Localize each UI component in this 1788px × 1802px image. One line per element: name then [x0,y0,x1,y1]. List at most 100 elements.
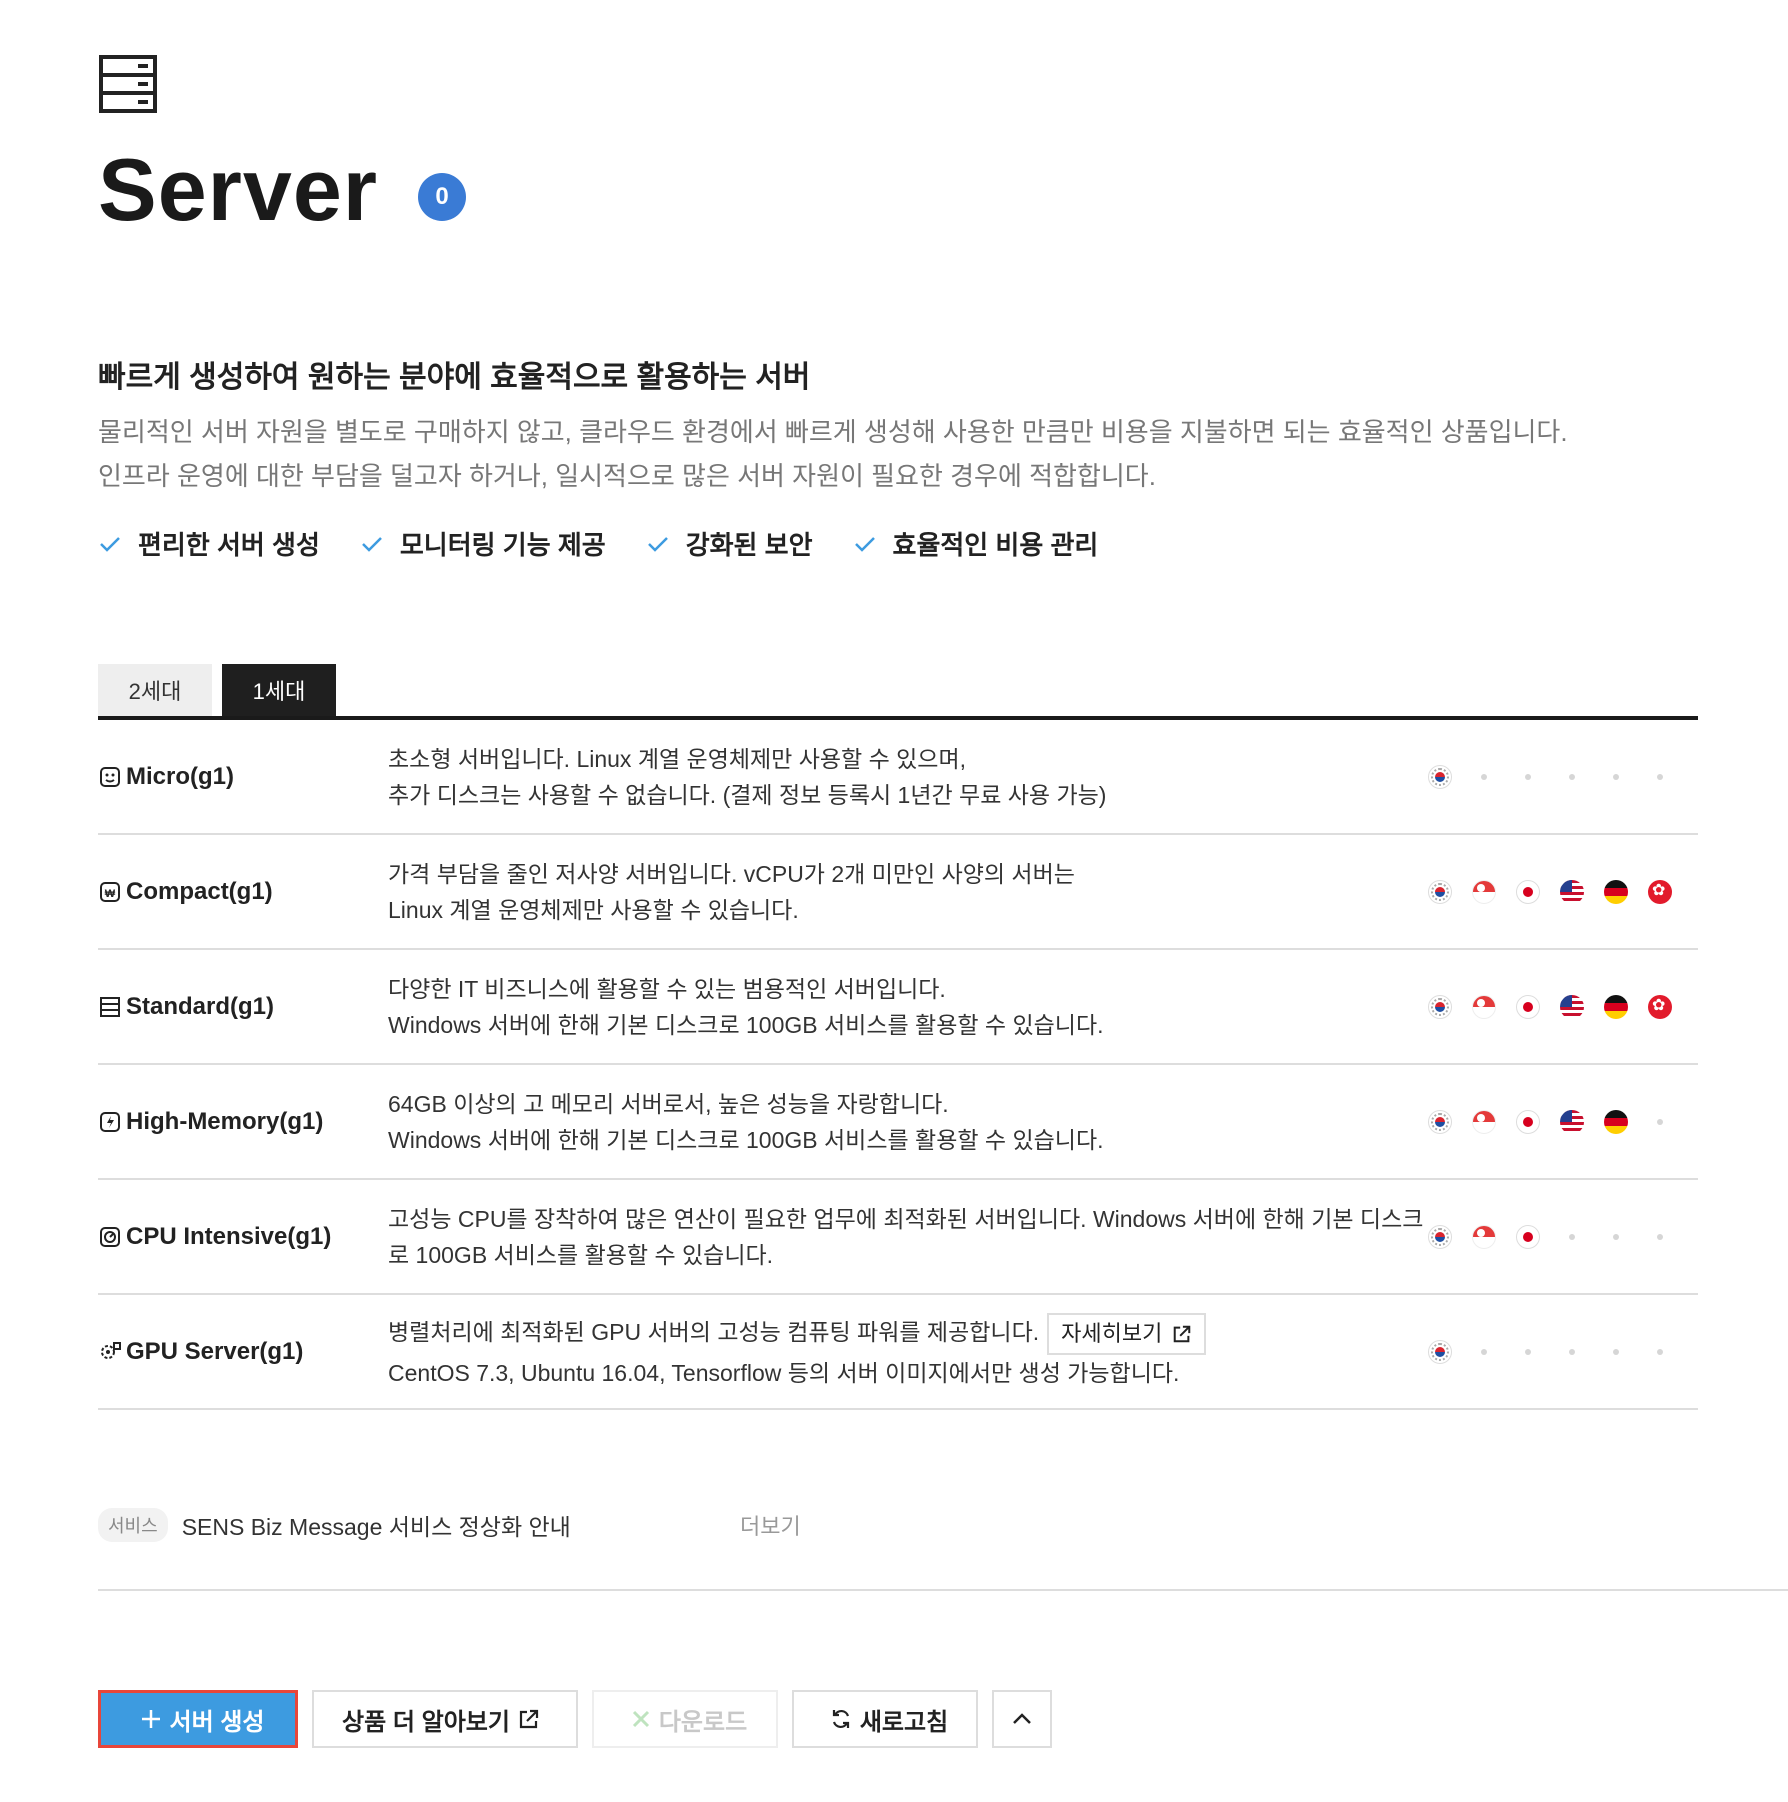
collapse-up-button[interactable] [992,1690,1052,1748]
product-description: 다양한 IT 비즈니스에 활용할 수 있는 범용적인 서버입니다. Windows… [388,971,1428,1043]
chevron-up-icon [1013,1713,1031,1724]
notice-bar: 서비스 SENS Biz Message 서비스 정상화 안내 더보기 [98,1508,801,1542]
region-unavailable-dot-icon [1560,765,1584,789]
feature-label: 편리한 서버 생성 [138,530,320,560]
usa-flag-icon [1560,1109,1584,1134]
hongkong-flag-icon [1648,879,1672,904]
external-link-icon [1174,1325,1191,1342]
product-description-line-1-text: 초소형 서버입니다. Linux 계열 운영체제만 사용할 수 있으며, [388,745,967,772]
usa-flag-icon [1560,879,1584,904]
region-unavailable-dot-icon [1516,1340,1540,1364]
micro-server-icon [100,766,120,787]
singapore-flag-icon [1472,1224,1496,1249]
germany-flag-icon [1604,994,1628,1019]
feature-label: 효율적인 비용 관리 [892,530,1099,560]
notice-more-link[interactable]: 더보기 [740,1509,801,1541]
excel-x-icon [632,1710,649,1728]
usa-flag-icon [1560,994,1584,1019]
region-unavailable-dot-icon [1472,1340,1496,1364]
product-name-label: CPU Intensive(g1) [126,1222,332,1250]
product-name[interactable]: ₩ Compact(g1) [98,878,388,906]
region-flags [1428,835,1692,948]
feature-item: 편리한 서버 생성 [98,525,320,562]
notice-tag: 서비스 [98,1508,168,1542]
description-line-1: 물리적인 서버 자원을 별도로 구매하지 않고, 클라우드 환경에서 빠르게 생… [98,417,1568,447]
japan-flag-icon [1516,1109,1540,1134]
plus-icon [141,1710,160,1728]
detail-view-label: 자세히보기 [1061,1320,1163,1346]
refresh-label: 새로고침 [859,1708,949,1736]
external-link-icon [519,1709,539,1729]
detail-view-button[interactable]: 자세히보기 [1047,1312,1207,1355]
germany-flag-icon [1604,879,1628,904]
product-description-line-2: CentOS 7.3, Ubuntu 16.04, Tensorflow 등의 … [388,1359,1180,1386]
product-row[interactable]: Micro(g1) 초소형 서버입니다. Linux 계열 운영체제만 사용할 수… [98,720,1698,835]
cpu-intensive-server-icon [100,1226,120,1247]
feature-list: 편리한 서버 생성 모니터링 기능 제공 강화된 보안 효율적인 비용 관리 [98,525,1138,562]
region-flags [1428,1065,1692,1178]
section-divider [98,1589,1788,1591]
notice-message[interactable]: SENS Biz Message 서비스 정상화 안내 [182,1508,571,1542]
feature-label: 강화된 보안 [685,530,813,560]
korea-flag-icon [1428,879,1452,904]
product-name-label: Standard(g1) [126,992,275,1020]
product-name[interactable]: CPU Intensive(g1) [98,1223,388,1251]
check-icon [647,536,668,552]
check-icon [362,536,382,552]
download-button[interactable]: 다운로드 [592,1690,778,1748]
learn-more-button[interactable]: 상품 더 알아보기 [312,1690,578,1748]
product-description: 병렬처리에 최적화된 GPU 서버의 고성능 컴퓨팅 파워를 제공합니다. 자세히… [388,1312,1428,1391]
action-bar: 서버 생성 상품 더 알아보기 다운로드 새로고침 [98,1690,1066,1748]
standard-server-icon [100,996,120,1017]
product-description-line-1: 병렬처리에 최적화된 GPU 서버의 고성능 컴퓨팅 파워를 제공합니다. 자세히… [388,1312,1428,1355]
product-description-line-1: 64GB 이상의 고 메모리 서버로서, 높은 성능을 자랑합니다. [388,1086,1428,1122]
generation-tabs: 2세대 1세대 [98,664,346,716]
create-server-button[interactable]: 서버 생성 [98,1690,298,1748]
learn-more-label: 상품 더 알아보기 [342,1708,510,1736]
gpu-server-icon [101,1341,121,1359]
product-row[interactable]: High-Memory(g1) 64GB 이상의 고 메모리 서버로서, 높은 성… [98,1065,1698,1180]
product-description-line-1: 가격 부담을 줄인 저사양 서버입니다. vCPU가 2개 미만인 사양의 서버… [388,856,1428,892]
product-description-line-1: 고성능 CPU를 장착하여 많은 연산이 필요한 업무에 최적화된 서버입니다.… [388,1201,1428,1237]
tab-gen1[interactable]: 1세대 [222,664,336,716]
description-line-2: 인프라 운영에 대한 부담을 덜고자 하거나, 일시적으로 많은 서버 자원이 … [98,461,1156,491]
high-memory-server-icon [100,1111,120,1132]
product-name[interactable]: GPU Server(g1) [98,1338,388,1366]
product-description-line-1-text: 64GB 이상의 고 메모리 서버로서, 높은 성능을 자랑합니다. [388,1090,949,1117]
region-unavailable-dot-icon [1560,1340,1584,1364]
korea-flag-icon [1428,1339,1452,1364]
region-unavailable-dot-icon [1604,1340,1628,1364]
title-row: Server 0 [98,140,467,239]
refresh-icon [832,1709,849,1729]
product-description-line-2: Windows 서버에 한해 기본 디스크로 100GB 서비스를 활용할 수 … [388,1126,1104,1153]
singapore-flag-icon [1472,879,1496,904]
product-description-line-2: Windows 서버에 한해 기본 디스크로 100GB 서비스를 활용할 수 … [388,1011,1104,1038]
region-unavailable-dot-icon [1604,1225,1628,1249]
region-flags [1428,1295,1692,1408]
tab-gen2[interactable]: 2세대 [98,664,212,716]
feature-item: 효율적인 비용 관리 [853,525,1099,562]
product-name[interactable]: High-Memory(g1) [98,1108,388,1136]
region-unavailable-dot-icon [1516,765,1540,789]
refresh-button[interactable]: 새로고침 [792,1690,978,1748]
product-row[interactable]: Standard(g1) 다양한 IT 비즈니스에 활용할 수 있는 범용적인 서… [98,950,1698,1065]
region-unavailable-dot-icon [1472,765,1496,789]
product-name[interactable]: Standard(g1) [98,993,388,1021]
product-row[interactable]: ₩ Compact(g1) 가격 부담을 줄인 저사양 서버입니다. vCPU가 2… [98,835,1698,950]
product-name[interactable]: Micro(g1) [98,763,388,791]
product-row[interactable]: GPU Server(g1) 병렬처리에 최적화된 GPU 서버의 고성능 컴퓨팅… [98,1295,1698,1410]
svg-text:₩: ₩ [105,888,116,900]
product-description: 가격 부담을 줄인 저사양 서버입니다. vCPU가 2개 미만인 사양의 서버… [388,856,1428,928]
download-label: 다운로드 [658,1708,748,1736]
server-rack-icon [99,55,157,113]
product-row[interactable]: CPU Intensive(g1) 고성능 CPU를 장착하여 많은 연산이 필요… [98,1180,1698,1295]
product-description: 64GB 이상의 고 메모리 서버로서, 높은 성능을 자랑합니다. Window… [388,1086,1428,1158]
region-unavailable-dot-icon [1648,765,1672,789]
region-flags [1428,950,1692,1063]
hongkong-flag-icon [1648,994,1672,1019]
germany-flag-icon [1604,1109,1628,1134]
feature-item: 모니터링 기능 제공 [360,525,606,562]
page-title: Server [98,140,379,239]
product-name-label: Micro(g1) [126,762,234,790]
feature-label: 모니터링 기능 제공 [399,530,606,560]
